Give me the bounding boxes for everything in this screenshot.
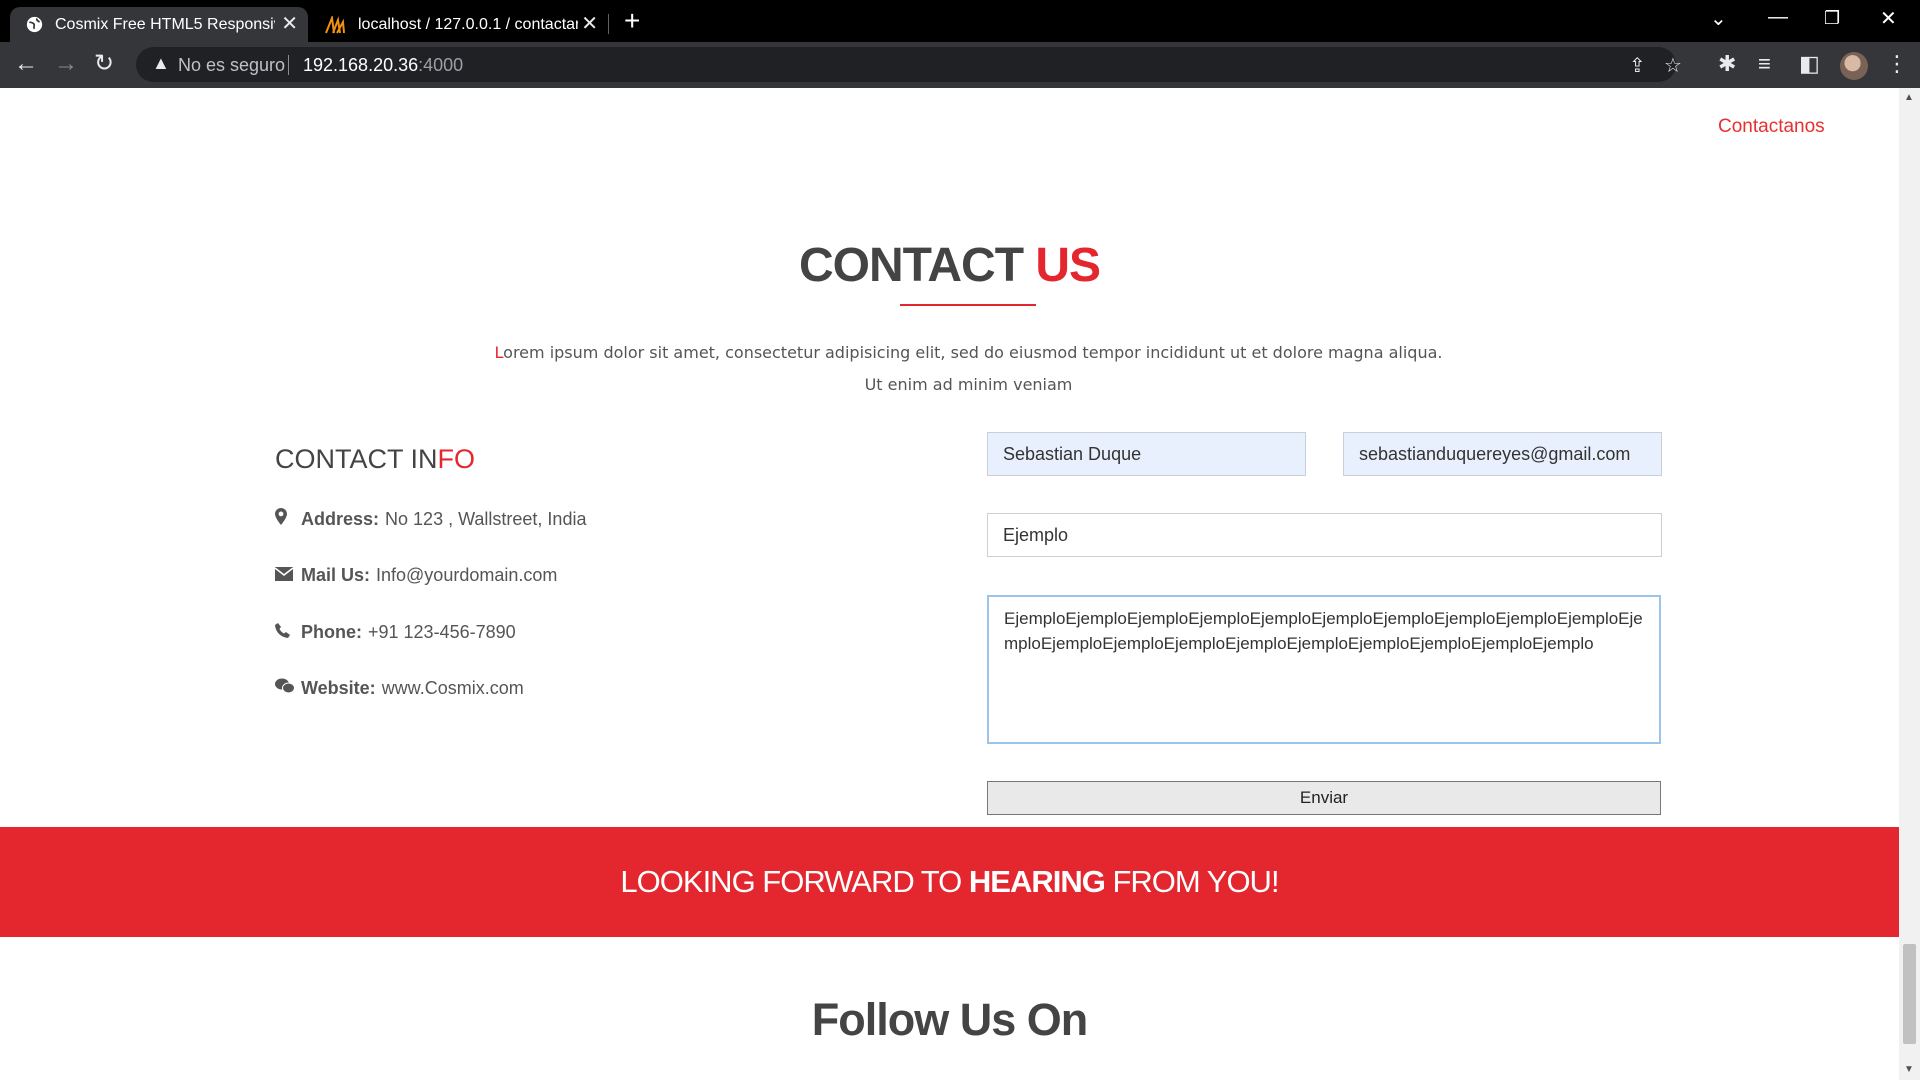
- map-marker-icon: [275, 508, 297, 530]
- scroll-down-icon[interactable]: ▼: [1904, 1064, 1914, 1075]
- page-viewport: Contactanos CONTACT US Lorem ipsum dolor…: [0, 88, 1920, 1080]
- address-bar[interactable]: ▲ No es seguro 192.168.20.36:4000 ⇪ ☆: [136, 47, 1682, 82]
- title-underline: [900, 304, 1036, 306]
- banner-strong: HEARING: [968, 864, 1106, 899]
- browser-toolbar: ← → ↻ ▲ No es seguro 192.168.20.36:4000 …: [0, 42, 1920, 88]
- info-row-phone: Phone: +91 123-456-7890: [275, 622, 516, 643]
- url-host: 192.168.20.36: [303, 55, 419, 75]
- lead-line-2: Ut enim ad minim veniam: [864, 375, 1073, 394]
- info-value: Info@yourdomain.com: [376, 565, 558, 585]
- info-row-mail: Mail Us: Info@yourdomain.com: [274, 565, 558, 586]
- extensions-icon[interactable]: ✱: [1718, 50, 1736, 78]
- message-textarea[interactable]: EjemploEjemploEjemploEjemploEjemploEjemp…: [987, 595, 1661, 744]
- info-value: +91 123-456-7890: [368, 622, 516, 642]
- tab-cosmix[interactable]: Cosmix Free HTML5 Responsive T ✕: [10, 7, 308, 42]
- lead-rest: orem ipsum dolor sit amet, consectetur a…: [503, 343, 1443, 362]
- email-field[interactable]: sebastianduquereyes@gmail.com: [1343, 432, 1662, 476]
- submit-button[interactable]: Enviar: [987, 781, 1661, 815]
- media-control-icon[interactable]: ≡: [1758, 50, 1771, 78]
- minimize-icon[interactable]: —: [1768, 6, 1788, 29]
- info-value: www.Cosmix.com: [381, 678, 524, 698]
- info-value: No 123 , Wallstreet, India: [385, 508, 587, 529]
- banner-part-2: FROM YOU!: [1104, 864, 1279, 899]
- tab-localhost[interactable]: localhost / 127.0.0.1 / contactam ✕: [316, 7, 608, 42]
- new-tab-icon[interactable]: +: [624, 6, 640, 36]
- phpmyadmin-icon: [325, 15, 345, 33]
- nav-link-contactanos[interactable]: Contactanos: [1718, 116, 1825, 138]
- info-label: Mail Us:: [301, 565, 371, 585]
- tab-title: Cosmix Free HTML5 Responsive T: [55, 15, 275, 33]
- contact-lead-text: Lorem ipsum dolor sit amet, consectetur …: [0, 337, 1920, 401]
- info-label: Phone:: [301, 622, 362, 642]
- tab-search-icon[interactable]: ⌄: [1710, 6, 1727, 31]
- bookmark-star-icon[interactable]: ☆: [1664, 53, 1682, 78]
- tab-close-icon[interactable]: ✕: [581, 13, 598, 35]
- contact-us-title: CONTACT US: [0, 238, 1899, 293]
- omnibox-separator: [288, 55, 289, 75]
- forward-icon[interactable]: →: [54, 50, 78, 78]
- security-label[interactable]: No es seguro: [178, 55, 285, 76]
- lead-line-1: Lorem ipsum dolor sit amet, consectetur …: [0, 337, 1920, 369]
- info-label: Address:: [301, 508, 380, 529]
- info-heading-main: CONTACT IN: [275, 444, 438, 474]
- menu-kebab-icon[interactable]: ⋮: [1886, 50, 1908, 78]
- url-text[interactable]: 192.168.20.36:4000: [303, 55, 463, 76]
- wechat-icon: [275, 678, 297, 699]
- banner-part-1: LOOKING FORWARD TO: [620, 864, 969, 899]
- tab-title: localhost / 127.0.0.1 / contactam: [358, 15, 578, 33]
- globe-icon: [26, 16, 43, 33]
- info-heading-accent: FO: [437, 444, 476, 474]
- warning-icon[interactable]: ▲: [152, 53, 170, 74]
- scrollbar-thumb[interactable]: [1903, 944, 1916, 1044]
- tab-strip: Cosmix Free HTML5 Responsive T ✕ localho…: [0, 0, 1920, 42]
- title-accent: US: [1035, 239, 1101, 292]
- share-icon[interactable]: ⇪: [1629, 53, 1646, 78]
- lead-first-letter: L: [494, 343, 504, 362]
- reload-icon[interactable]: ↻: [94, 50, 114, 78]
- restore-icon[interactable]: ❐: [1824, 8, 1840, 29]
- name-field[interactable]: Sebastian Duque: [987, 432, 1306, 476]
- profile-avatar[interactable]: [1840, 52, 1868, 80]
- subject-field[interactable]: Ejemplo: [987, 513, 1662, 557]
- tab-close-icon[interactable]: ✕: [281, 13, 298, 35]
- info-row-address: Address: No 123 , Wallstreet, India: [275, 508, 586, 530]
- title-main: CONTACT: [798, 239, 1036, 292]
- info-row-website: Website: www.Cosmix.com: [275, 678, 524, 699]
- cta-banner: LOOKING FORWARD TO HEARING FROM YOU!: [0, 827, 1899, 937]
- close-window-icon[interactable]: ✕: [1880, 6, 1897, 31]
- info-label: Website:: [301, 678, 376, 698]
- back-icon[interactable]: ←: [14, 50, 38, 78]
- envelope-icon: [274, 566, 297, 586]
- tab-separator: [608, 14, 609, 34]
- follow-us-heading: Follow Us On: [811, 994, 1089, 1045]
- phone-icon: [275, 622, 297, 643]
- contact-info-heading: CONTACT INFO: [275, 444, 475, 475]
- vertical-scrollbar[interactable]: ▲ ▼: [1899, 88, 1920, 1080]
- side-panel-icon[interactable]: ◧: [1799, 50, 1820, 78]
- scroll-up-icon[interactable]: ▲: [1904, 92, 1914, 103]
- url-port: :4000: [418, 55, 464, 75]
